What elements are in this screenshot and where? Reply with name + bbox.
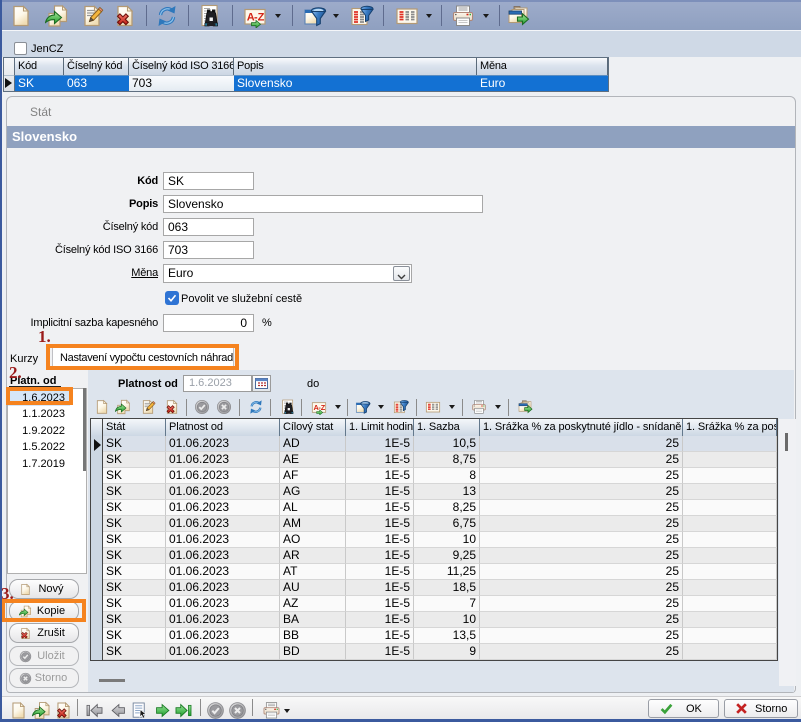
svg-text:-Z: -Z	[254, 12, 265, 24]
